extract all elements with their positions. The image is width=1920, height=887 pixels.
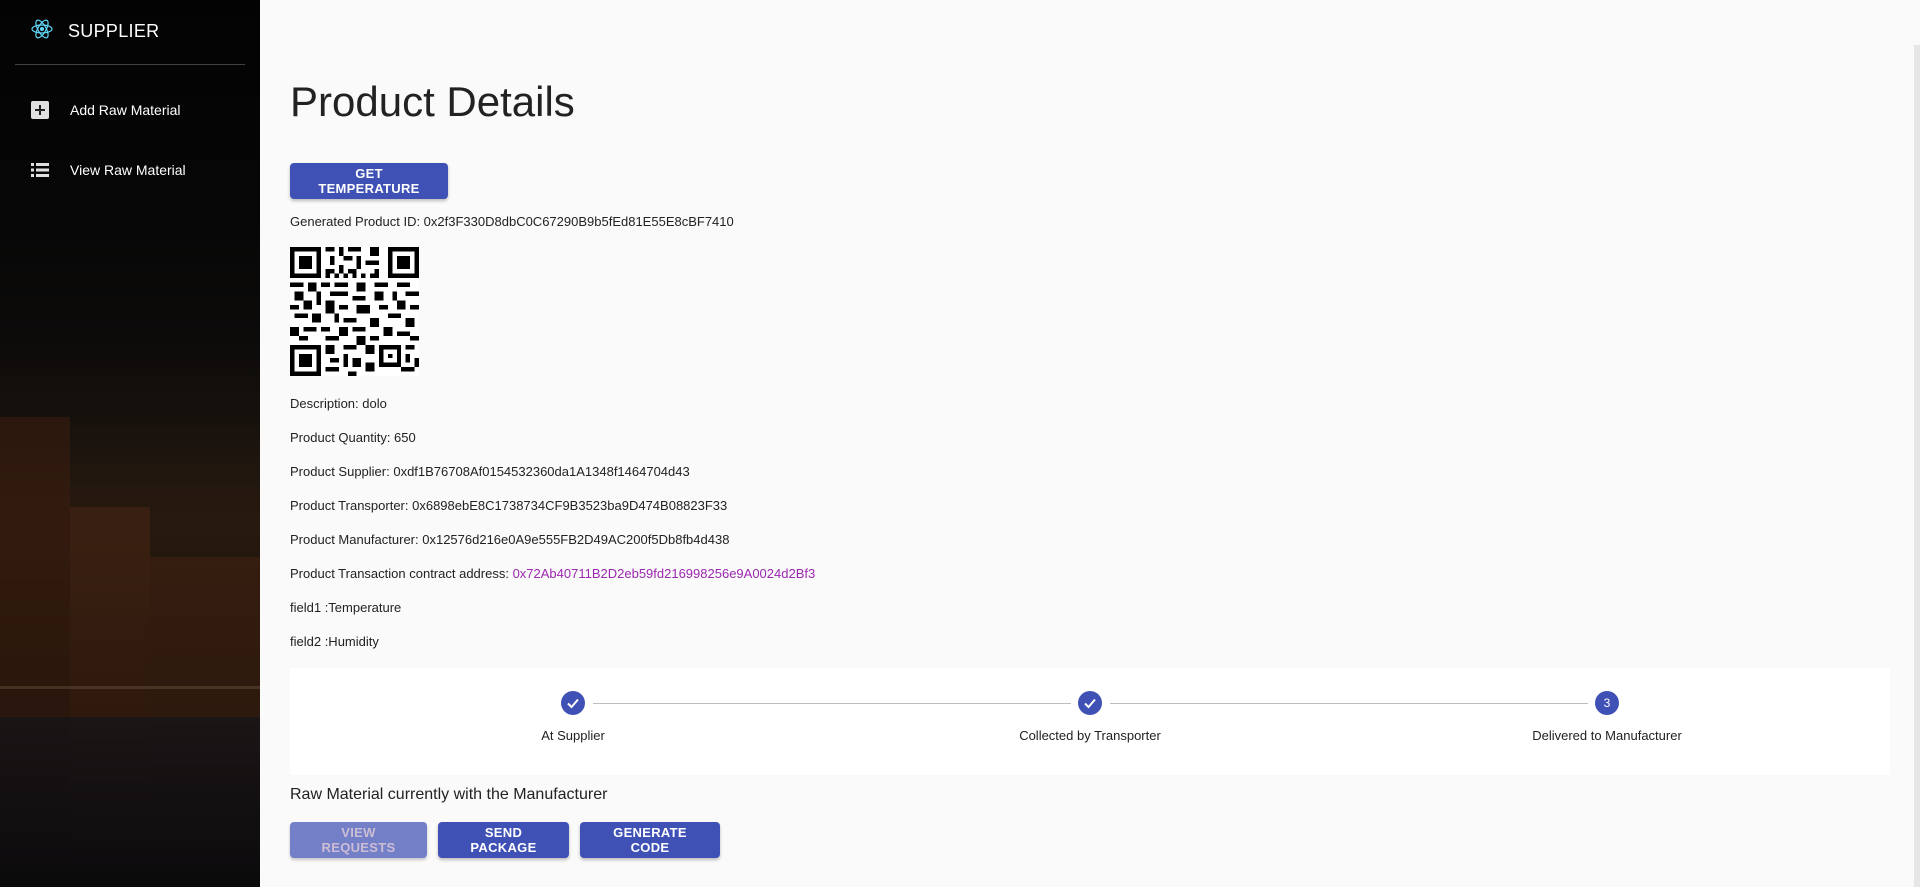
sidebar-item-label: View Raw Material [70,162,186,178]
add-box-icon [30,100,50,120]
step-at-supplier: At Supplier [473,691,673,743]
field1-label: field1 :Temperature [290,600,402,615]
step-label: At Supplier [541,728,605,743]
check-icon [1078,691,1102,715]
view-requests-button[interactable]: VIEW REQUESTS [290,822,427,858]
product-supplier: Product Supplier: 0xdf1B76708Af015453236… [290,464,690,479]
scrollbar[interactable] [1914,45,1920,887]
generate-code-button[interactable]: GENERATE CODE [580,822,720,858]
sidebar-background-bridge [0,686,260,707]
step-label: Collected by Transporter [1019,728,1161,743]
sidebar-divider [15,64,245,65]
sidebar-item-view-raw-material[interactable]: View Raw Material [30,160,186,180]
list-icon [30,160,50,180]
sidebar: SUPPLIER Add Raw Material View Raw Mater… [0,0,260,887]
status-message: Raw Material currently with the Manufact… [290,786,608,803]
product-qr-code [290,247,419,376]
page-title: Product Details [290,78,575,125]
action-buttons: VIEW REQUESTS SEND PACKAGE GENERATE CODE [290,822,720,858]
sidebar-item-add-raw-material[interactable]: Add Raw Material [30,100,181,120]
product-description: Description: dolo [290,396,387,411]
get-temperature-button[interactable]: GET TEMPERATURE [290,163,448,199]
sidebar-brand[interactable]: SUPPLIER [30,18,159,44]
field2-label: field2 :Humidity [290,634,379,649]
product-contract-address: Product Transaction contract address: 0x… [290,566,815,581]
check-icon [561,691,585,715]
contract-address-link[interactable]: 0x72Ab40711B2D2eb59fd216998256e9A0024d2B… [513,566,816,581]
product-quantity: Product Quantity: 650 [290,430,416,445]
step-delivered-to-manufacturer: 3 Delivered to Manufacturer [1507,691,1707,743]
product-manufacturer: Product Manufacturer: 0x12576d216e0A9e55… [290,532,730,547]
product-transporter: Product Transporter: 0x6898ebE8C1738734C… [290,498,728,513]
step-number: 3 [1595,691,1619,715]
sidebar-background-water [0,717,260,887]
contract-address-label: Product Transaction contract address: [290,566,513,581]
sidebar-brand-label: SUPPLIER [68,20,160,41]
react-atom-icon [30,17,54,46]
product-id: Generated Product ID: 0x2f3F330D8dbC0C67… [290,214,734,229]
sidebar-item-label: Add Raw Material [70,102,181,118]
send-package-button[interactable]: SEND PACKAGE [438,822,569,858]
step-label: Delivered to Manufacturer [1532,728,1682,743]
shipment-stepper: At Supplier Collected by Transporter 3 D… [290,668,1890,775]
step-collected-by-transporter: Collected by Transporter [990,691,1190,743]
